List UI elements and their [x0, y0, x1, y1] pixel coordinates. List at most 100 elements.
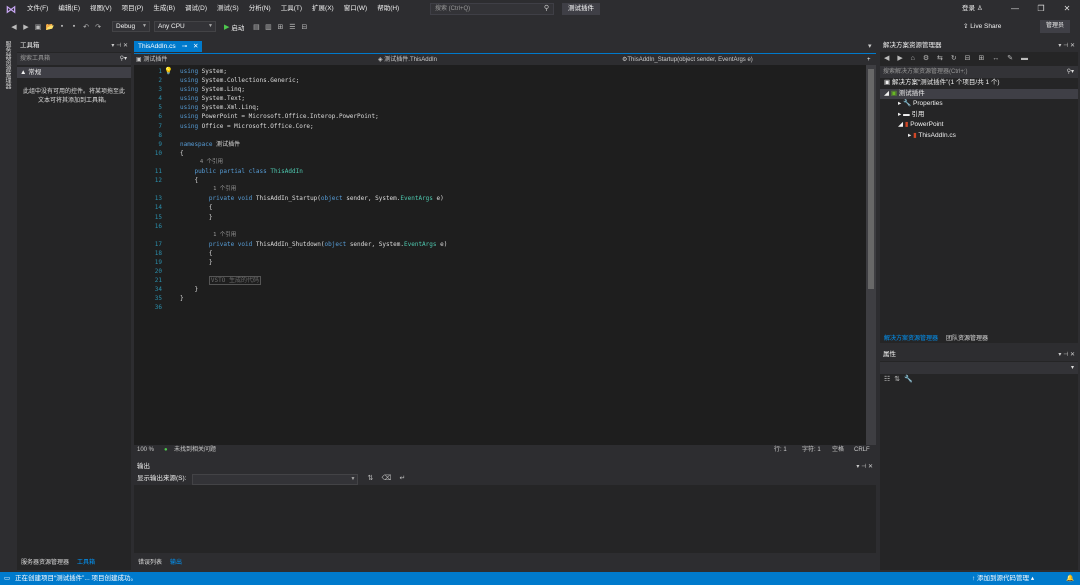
- tab-solution-explorer[interactable]: 解决方案资源管理器: [880, 333, 942, 343]
- panel-controls-icon[interactable]: ▾ ⊣ ✕: [111, 40, 128, 52]
- project-dropdown[interactable]: ▣ 测试插件: [136, 55, 366, 65]
- search-icon: ⚲▾: [1066, 69, 1074, 75]
- document-tab[interactable]: ThisAddIn.cs ⊸ ✕: [134, 41, 203, 52]
- tab-team-explorer[interactable]: 团队资源管理器: [942, 333, 992, 343]
- collapse-icon: ▸: [898, 110, 902, 118]
- panel-controls-icon[interactable]: ▾ ⊣ ✕: [856, 461, 873, 473]
- output-source-dropdown[interactable]: ▼: [192, 473, 359, 485]
- chevron-down-icon: ▼: [350, 475, 356, 482]
- toolbar-icon[interactable]: ☰: [286, 23, 298, 31]
- member-dropdown[interactable]: ⚙ThisAddIn_Startup(object sender, EventA…: [622, 55, 862, 65]
- toolbar-icon[interactable]: ⊟: [298, 23, 310, 31]
- menu-extensions[interactable]: 扩展(X): [307, 0, 339, 18]
- restore-icon[interactable]: ❐: [1028, 0, 1054, 18]
- save-icon[interactable]: ▪: [56, 23, 68, 30]
- tab-dropdown-icon[interactable]: ▾: [868, 42, 872, 50]
- lightbulb-icon[interactable]: 💡: [164, 67, 173, 75]
- notification-icon[interactable]: 🔔: [1066, 572, 1074, 585]
- line-number: [134, 185, 164, 194]
- line-number: 13: [154, 195, 162, 203]
- tree-project[interactable]: ◢ ▣ 测试插件: [880, 88, 1078, 99]
- save-all-icon[interactable]: ▪: [68, 23, 80, 30]
- toolbar-icon[interactable]: ▤: [250, 23, 262, 31]
- open-icon[interactable]: 📂: [44, 23, 56, 31]
- panel-controls-icon[interactable]: ▾ ⊣ ✕: [1058, 349, 1075, 361]
- menu-debug[interactable]: 调试(D): [180, 0, 212, 18]
- add-to-source-control-button[interactable]: ↑ 添加到源代码管理 ▴: [972, 572, 1034, 585]
- chevron-down-icon: ▼: [142, 23, 147, 29]
- collapse-icon: ▸: [908, 131, 912, 139]
- editor-vertical-scrollbar[interactable]: [866, 65, 876, 445]
- output-source-row: 显示输出来源(S): ▼ ⇅ ⌫ ↵: [134, 473, 876, 485]
- menu-tools[interactable]: 工具(T): [276, 0, 307, 18]
- minimize-icon[interactable]: —: [1002, 0, 1028, 18]
- tree-file[interactable]: ▸ ▮ ThisAddIn.cs: [880, 131, 1078, 142]
- tree-powerpoint[interactable]: ◢ ▮ PowerPoint: [880, 120, 1078, 131]
- line-number: 4: [158, 95, 162, 103]
- categorized-icon[interactable]: ☷: [884, 376, 894, 383]
- new-project-icon[interactable]: ▣: [32, 23, 44, 31]
- line-number: 1: [158, 68, 162, 75]
- menu-edit[interactable]: 编辑(E): [53, 0, 85, 18]
- class-dropdown[interactable]: ◈ 测试插件.ThisAddIn: [378, 55, 608, 65]
- login-link[interactable]: 登录 ♙: [962, 0, 983, 18]
- line-number: 20: [154, 268, 162, 276]
- menu-view[interactable]: 视图(V): [85, 0, 117, 18]
- output-panel: 输出 ▾ ⊣ ✕ 显示输出来源(S): ▼ ⇅ ⌫ ↵: [134, 461, 876, 553]
- solution-search-input[interactable]: 搜索解决方案资源管理器(Ctrl+;) ⚲▾: [880, 66, 1078, 78]
- scrollbar-thumb[interactable]: [868, 69, 874, 289]
- visual-studio-logo-icon[interactable]: ⋈: [0, 0, 22, 18]
- tab-toolbox[interactable]: 工具箱: [73, 557, 99, 569]
- close-icon[interactable]: ✕: [1054, 0, 1080, 18]
- live-share-button[interactable]: ⇪ Live Share: [963, 21, 1001, 32]
- undo-icon[interactable]: ↶: [80, 23, 92, 31]
- close-icon[interactable]: ✕: [193, 41, 198, 52]
- menu-test[interactable]: 测试(S): [212, 0, 244, 18]
- global-search-input[interactable]: 搜索 (Ctrl+Q) ⚲: [430, 3, 554, 15]
- back-icon[interactable]: ◀: [8, 23, 20, 31]
- play-icon[interactable]: ▶: [224, 23, 229, 31]
- menu-analyze[interactable]: 分析(N): [244, 0, 276, 18]
- configuration-dropdown[interactable]: Debug ▼: [112, 21, 150, 32]
- zoom-level[interactable]: 100 %: [137, 445, 154, 456]
- properties-object-dropdown[interactable]: ▾: [880, 362, 1078, 374]
- platform-dropdown[interactable]: Any CPU ▼: [154, 21, 216, 32]
- code-content[interactable]: using System; using System.Collections.G…: [180, 67, 447, 313]
- line-number: 2: [158, 77, 162, 85]
- property-pages-icon[interactable]: 🔧: [904, 376, 917, 383]
- tab-output[interactable]: 输出: [166, 557, 186, 569]
- solution-name-badge: 测试插件: [562, 3, 600, 15]
- code-editor[interactable]: 1 2 3 4 5 6 7 8 9 10 11 12 13 14 15 16 17 18 19 20 21 34 35 36 …: [134, 65, 876, 445]
- tree-solution[interactable]: ▣ 解决方案“测试插件”(1 个项目/共 1 个): [880, 78, 1078, 89]
- tree-properties[interactable]: ▸ 🔧 Properties: [880, 99, 1078, 110]
- split-icon[interactable]: +: [867, 55, 871, 65]
- toolbox-search-input[interactable]: 搜索工具箱 ⚲▾: [17, 53, 131, 65]
- menu-project[interactable]: 项目(P): [117, 0, 149, 18]
- left-bottom-tabs: 服务器资源管理器 工具箱: [17, 557, 99, 569]
- toolbar-icon[interactable]: ⊞: [274, 23, 286, 31]
- solution-explorer-toolbar[interactable]: ◀ ▶ ⌂ ⚙ ⇆ ↻ ⊟ ⊞ ↔ ✎ ▬: [880, 52, 1078, 65]
- alphabetical-icon[interactable]: ⇅: [894, 376, 904, 383]
- editor-status-bar: 100 % ● 未找到相关问题 行: 1 字符: 1 空格 CRLF: [134, 445, 876, 456]
- toolbox-group-general[interactable]: ▲ 常规: [17, 67, 131, 78]
- panel-controls-icon[interactable]: ▾ ⊣ ✕: [1058, 40, 1075, 52]
- menu-window[interactable]: 窗口(W): [339, 0, 372, 18]
- pin-icon[interactable]: ⊸: [182, 41, 187, 52]
- menu-file[interactable]: 文件(F): [22, 0, 53, 18]
- server-explorer-side-tab[interactable]: 服务器资源管理器: [3, 41, 12, 89]
- tab-error-list[interactable]: 错误列表: [134, 557, 166, 569]
- find-message-icon[interactable]: ⇅: [364, 473, 376, 485]
- forward-icon[interactable]: ▶: [20, 23, 32, 31]
- class-icon: ◈: [378, 57, 383, 63]
- properties-toolbar[interactable]: ☷⇅🔧: [880, 374, 1078, 386]
- menu-build[interactable]: 生成(B): [148, 0, 180, 18]
- clear-all-icon[interactable]: ⌫: [380, 473, 392, 485]
- menu-help[interactable]: 帮助(H): [372, 0, 404, 18]
- issues-indicator[interactable]: 未找到相关问题: [174, 445, 216, 456]
- redo-icon[interactable]: ↷: [92, 23, 104, 31]
- word-wrap-icon[interactable]: ↵: [396, 473, 408, 485]
- tab-server-explorer[interactable]: 服务器资源管理器: [17, 557, 73, 569]
- toolbar-icon[interactable]: ▥: [262, 23, 274, 31]
- start-button[interactable]: 启动: [231, 22, 244, 32]
- tree-references[interactable]: ▸ ▬ 引用: [880, 110, 1078, 121]
